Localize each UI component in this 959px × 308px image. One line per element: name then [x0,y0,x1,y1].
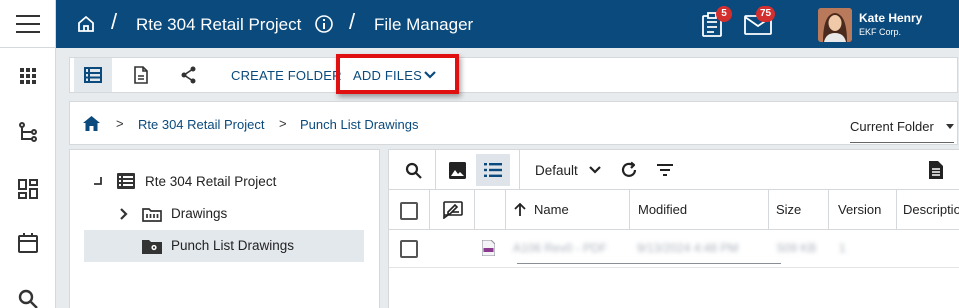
search-icon [405,162,422,179]
folder-pin-icon [142,238,162,254]
file-table-header: Name Modified Size Version Descriptio [389,190,959,230]
tree-item-label: Drawings [171,206,228,221]
markup-icon[interactable] [443,201,463,219]
search-scope-value: Current Folder [850,119,934,134]
workflow-icon[interactable] [16,121,40,145]
column-header-label: Descriptio [903,202,959,217]
column-header-label: Name [534,202,569,217]
document-button[interactable] [122,58,160,92]
tree-item-punch-list-drawings[interactable]: Punch List Drawings [84,230,364,262]
breadcrumb-item-project[interactable]: Rte 304 Retail Project [138,117,264,132]
tree-item-label: Punch List Drawings [171,238,295,253]
document-icon [134,66,148,84]
search-scope-select[interactable]: Current Folder [850,119,954,143]
search-button[interactable] [396,154,430,186]
tree-item-label: Rte 304 Retail Project [145,174,277,189]
breadcrumb-separator: / [111,9,118,34]
highlight-box [336,54,459,94]
tree-item-drawings[interactable]: Drawings [84,198,364,230]
mail-badge: 75 [756,6,776,22]
user-name[interactable]: Kate Henry [859,11,922,25]
home-icon[interactable] [76,14,96,34]
page-title: File Manager [374,15,474,34]
list-view-button[interactable] [74,58,112,92]
select-all-cell [389,190,429,230]
tree-item-root[interactable]: Rte 304 Retail Project [84,166,364,198]
file-list-toolbar: Default [389,150,959,190]
table-row[interactable]: A106 Rev0 - PDF 9/13/2024 4:48 PM 509 KB… [389,230,959,268]
column-header-label: Size [776,202,802,217]
file-name[interactable]: A106 Rev0 - PDF [513,241,607,255]
row-checkbox[interactable] [400,240,418,258]
collapse-icon[interactable] [92,176,102,186]
thumbnail-view-button[interactable] [440,154,474,186]
row-underline [517,263,781,264]
markup-column [430,190,474,230]
chevron-down-icon[interactable] [589,166,601,175]
breadcrumb-separator: / [349,9,356,34]
avatar[interactable] [818,8,852,42]
top-bar: / Rte 304 Retail Project / File Manager … [56,0,959,48]
column-divider [474,190,475,230]
chevron-right-icon[interactable] [120,208,128,220]
folder-tree: Rte 304 Retail Project Drawings Punch Li… [69,149,380,308]
column-modified[interactable]: Modified [630,190,768,230]
list-view-button[interactable] [476,154,510,186]
home-icon[interactable] [83,116,100,131]
project-title[interactable]: Rte 304 Retail Project [136,15,301,35]
share-button[interactable] [170,58,208,92]
document-icon[interactable] [929,161,943,179]
menu-icon[interactable] [0,0,56,48]
left-rail [0,0,56,308]
file-size: 509 KB [777,241,817,255]
file-list-panel: Default Name Modified Size Version Descr… [388,149,959,308]
column-size[interactable]: Size [769,190,828,230]
chevron-right-icon: > [279,116,287,131]
chevron-right-icon: > [116,116,124,131]
dashboard-icon[interactable] [16,177,40,201]
apps-grid-icon[interactable] [16,64,40,88]
column-version[interactable]: Version [829,190,896,230]
project-icon [117,173,135,189]
column-header-label: Version [838,202,882,217]
view-select-value: Default [535,163,578,178]
caret-down-icon [946,124,954,129]
image-icon [448,161,466,179]
breadcrumb-item-current[interactable]: Punch List Drawings [300,117,419,132]
arrow-up-icon [514,203,526,217]
user-company: EKF Corp. [859,27,902,37]
info-icon[interactable] [314,14,334,34]
folder-breadcrumb-bar: > Rte 304 Retail Project > Punch List Dr… [69,101,958,145]
folder-icon [142,207,162,222]
column-header-label: Modified [638,202,688,217]
share-icon [181,66,197,84]
tasks-badge: 5 [716,6,732,22]
list-icon [484,163,502,177]
table-list-icon [84,67,102,83]
file-toolbar: CREATE FOLDER ADD FILES [69,54,958,94]
divider [519,150,520,190]
refresh-icon[interactable] [620,161,638,179]
create-folder-button[interactable]: CREATE FOLDER [231,68,342,83]
divider [435,150,436,190]
view-select[interactable]: Default [535,163,578,178]
pdf-file-icon [482,240,495,256]
search-icon[interactable] [16,287,40,308]
column-description[interactable]: Descriptio [897,190,959,230]
column-name[interactable]: Name [506,190,629,230]
file-version: 1 [839,241,846,255]
filter-icon[interactable] [657,164,673,176]
select-all-checkbox[interactable] [400,202,418,220]
file-modified: 9/13/2024 4:48 PM [637,241,739,255]
calendar-icon[interactable] [16,231,40,255]
